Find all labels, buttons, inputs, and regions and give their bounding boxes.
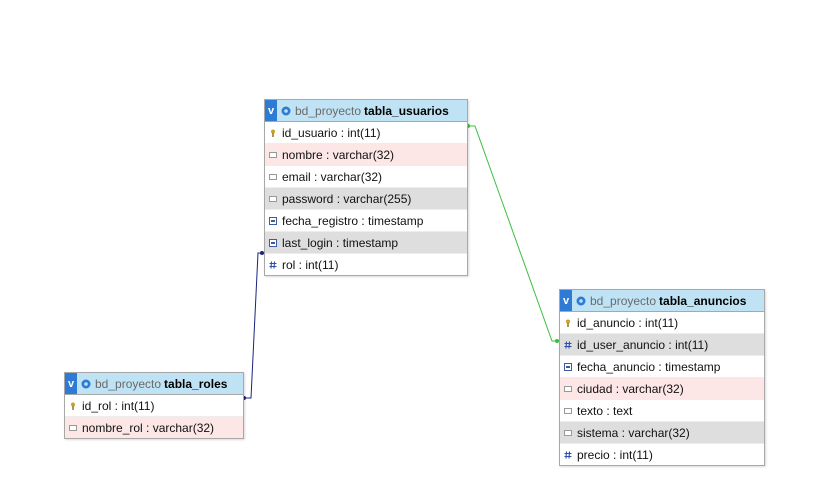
- column-row[interactable]: nombre : varchar(32): [265, 144, 467, 166]
- database-name: bd_proyecto: [590, 293, 657, 308]
- column-label: last_login : timestamp: [282, 235, 399, 250]
- relation-roles-usuarios: [244, 252, 264, 399]
- column-row[interactable]: sistema : varchar(32): [560, 422, 764, 444]
- column-label: fecha_registro : timestamp: [282, 213, 424, 228]
- column-row[interactable]: email : varchar(32): [265, 166, 467, 188]
- text-field-icon: [269, 195, 277, 203]
- date-icon: [269, 216, 277, 225]
- column-label: nombre_rol : varchar(32): [82, 420, 215, 435]
- column-row[interactable]: nombre_rol : varchar(32): [65, 417, 243, 438]
- column-label: id_user_anuncio : int(11): [577, 337, 709, 352]
- hash-icon: [564, 450, 572, 459]
- column-label: fecha_anuncio : timestamp: [577, 359, 721, 374]
- relation-usuarios-anuncios: [468, 125, 559, 342]
- collapse-toggle[interactable]: v: [65, 373, 77, 394]
- text-field-icon: [564, 385, 572, 393]
- table-name: tabla_roles: [164, 376, 228, 391]
- table-header[interactable]: v bd_proyecto tabla_usuarios: [265, 100, 467, 122]
- column-row[interactable]: fecha_registro : timestamp: [265, 210, 467, 232]
- text-field-icon: [269, 173, 277, 181]
- column-row[interactable]: id_rol : int(11): [65, 395, 243, 417]
- column-label: id_rol : int(11): [82, 398, 155, 413]
- table-usuarios[interactable]: v bd_proyecto tabla_usuarios id_usuario …: [264, 99, 468, 276]
- table-header[interactable]: v bd_proyecto tabla_anuncios: [560, 290, 764, 312]
- column-row[interactable]: ciudad : varchar(32): [560, 378, 764, 400]
- column-list: id_usuario : int(11) nombre : varchar(32)…: [265, 122, 467, 275]
- date-icon: [564, 362, 572, 371]
- column-row[interactable]: rol : int(11): [265, 254, 467, 275]
- collapse-toggle[interactable]: v: [265, 100, 277, 121]
- column-row[interactable]: password : varchar(255): [265, 188, 467, 210]
- column-label: email : varchar(32): [282, 169, 383, 184]
- gear-icon[interactable]: [80, 378, 92, 390]
- database-name: bd_proyecto: [95, 376, 162, 391]
- collapse-toggle[interactable]: v: [560, 290, 572, 311]
- table-header[interactable]: v bd_proyecto tabla_roles: [65, 373, 243, 395]
- key-icon: [564, 319, 572, 327]
- table-anuncios[interactable]: v bd_proyecto tabla_anuncios id_anuncio …: [559, 289, 765, 466]
- key-icon: [69, 402, 77, 410]
- column-row[interactable]: id_user_anuncio : int(11): [560, 334, 764, 356]
- date-icon: [269, 238, 277, 247]
- text-field-icon: [69, 424, 77, 432]
- text-field-icon: [564, 429, 572, 437]
- gear-icon[interactable]: [280, 105, 292, 117]
- table-roles[interactable]: v bd_proyecto tabla_roles id_rol : int(1…: [64, 372, 244, 439]
- text-field-icon: [269, 151, 277, 159]
- hash-icon: [269, 260, 277, 269]
- column-list: id_rol : int(11) nombre_rol : varchar(32): [65, 395, 243, 438]
- column-label: id_usuario : int(11): [282, 125, 381, 140]
- text-field-icon: [564, 407, 572, 415]
- column-row[interactable]: id_anuncio : int(11): [560, 312, 764, 334]
- hash-icon: [564, 340, 572, 349]
- column-row[interactable]: id_usuario : int(11): [265, 122, 467, 144]
- column-row[interactable]: fecha_anuncio : timestamp: [560, 356, 764, 378]
- column-row[interactable]: last_login : timestamp: [265, 232, 467, 254]
- column-row[interactable]: texto : text: [560, 400, 764, 422]
- column-label: sistema : varchar(32): [577, 425, 690, 440]
- column-label: precio : int(11): [577, 447, 653, 462]
- column-row[interactable]: precio : int(11): [560, 444, 764, 465]
- column-label: password : varchar(255): [282, 191, 412, 206]
- column-list: id_anuncio : int(11) id_user_anuncio : in…: [560, 312, 764, 465]
- key-icon: [269, 129, 277, 137]
- database-name: bd_proyecto: [295, 103, 362, 118]
- column-label: texto : text: [577, 403, 633, 418]
- table-name: tabla_anuncios: [659, 293, 747, 308]
- column-label: nombre : varchar(32): [282, 147, 395, 162]
- column-label: rol : int(11): [282, 257, 339, 272]
- column-label: id_anuncio : int(11): [577, 315, 679, 330]
- gear-icon[interactable]: [575, 295, 587, 307]
- column-label: ciudad : varchar(32): [577, 381, 684, 396]
- table-name: tabla_usuarios: [364, 103, 449, 118]
